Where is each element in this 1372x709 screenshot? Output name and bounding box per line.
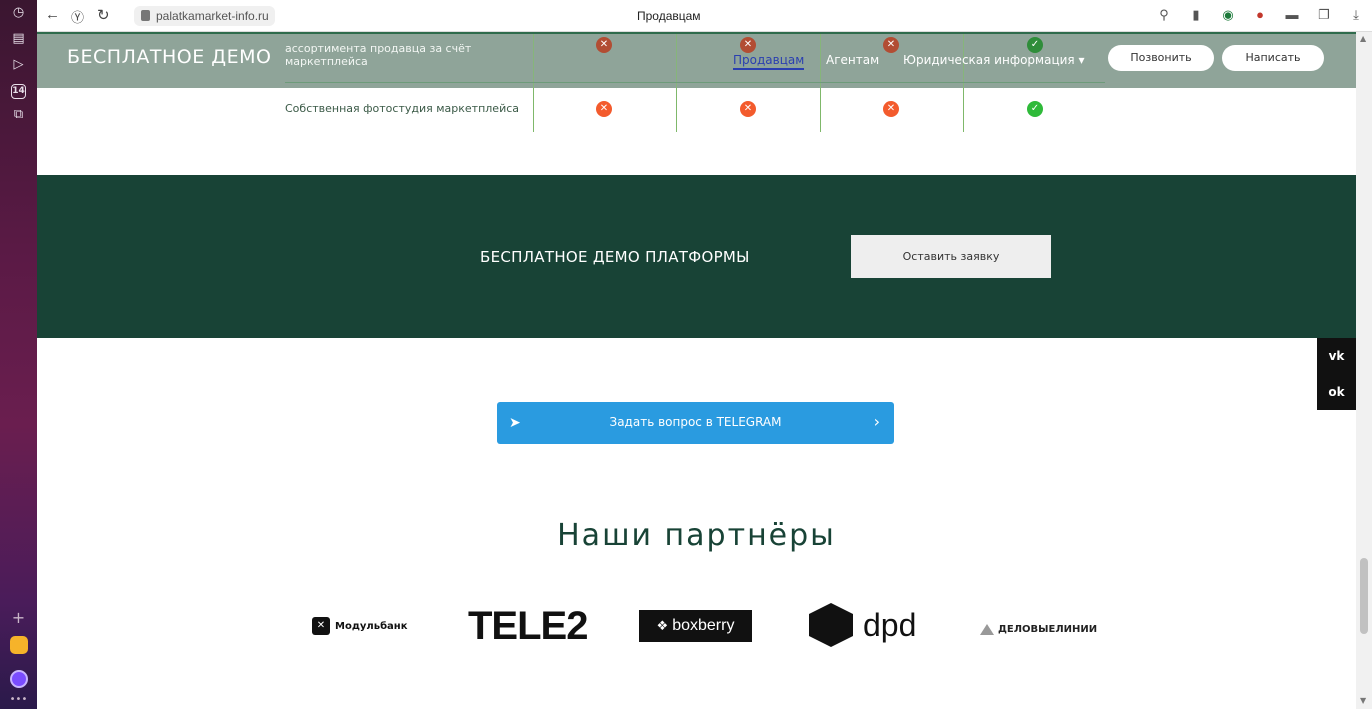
play-icon[interactable]: ▷ bbox=[9, 55, 29, 75]
tabs-icon[interactable]: ❐ bbox=[1316, 7, 1332, 23]
boxberry-logo: ❖ boxberry bbox=[639, 610, 752, 642]
reload-icon[interactable]: ↻ bbox=[97, 6, 110, 24]
delovye-linii-text: ДЕЛОВЫЕЛИНИИ bbox=[998, 623, 1098, 635]
tele2-logo: TELE2 bbox=[468, 603, 588, 648]
cross-icon: ✕ bbox=[740, 37, 756, 53]
write-button[interactable]: Написать bbox=[1222, 45, 1324, 71]
cross-icon: ✕ bbox=[740, 101, 756, 117]
table-divider bbox=[533, 88, 534, 132]
modulbank-icon: ✕ bbox=[312, 617, 330, 635]
header-accent-line bbox=[37, 32, 1356, 34]
header-row-text: ассортимента продавца за счёт маркетплей… bbox=[285, 42, 472, 68]
call-button[interactable]: Позвонить bbox=[1108, 45, 1214, 71]
table-row-border bbox=[285, 82, 1105, 83]
ok-icon[interactable]: ok bbox=[1317, 374, 1356, 410]
dpd-logo: dpd bbox=[809, 599, 916, 651]
check-icon: ✓ bbox=[1027, 37, 1043, 53]
boxberry-icon: ❖ bbox=[656, 618, 669, 633]
table-divider bbox=[676, 88, 677, 132]
lock-icon bbox=[141, 10, 150, 21]
history-icon[interactable]: ◷ bbox=[9, 3, 29, 23]
table-divider bbox=[676, 34, 677, 88]
nav-sellers[interactable]: Продавцам bbox=[733, 53, 805, 70]
calendar-icon[interactable]: 14 bbox=[11, 84, 26, 99]
demo-section: БЕСПЛАТНОЕ ДЕМО ПЛАТФОРМЫ Оставить заявк… bbox=[37, 175, 1356, 338]
alice-icon[interactable] bbox=[10, 670, 28, 688]
scroll-up-icon[interactable]: ▲ bbox=[1360, 34, 1366, 43]
modulbank-text: Модульбанк bbox=[335, 620, 408, 632]
dpd-text: dpd bbox=[863, 606, 917, 643]
extension-red-icon[interactable]: ● bbox=[1252, 7, 1268, 23]
back-icon[interactable]: ← bbox=[45, 6, 60, 23]
delovye-linii-logo: ДЕЛОВЫЕЛИНИИ bbox=[980, 621, 1097, 637]
boxberry-text: boxberry bbox=[672, 617, 735, 634]
address-bar[interactable]: palatkamarket-info.ru bbox=[134, 6, 275, 26]
chevron-right-icon: › bbox=[873, 412, 880, 431]
nav-legal-info[interactable]: Юридическая информация ▾ bbox=[903, 53, 1084, 67]
page-title: Продавцам bbox=[637, 9, 701, 23]
delovye-linii-icon bbox=[980, 623, 994, 635]
cross-icon: ✕ bbox=[883, 101, 899, 117]
yandex-icon[interactable]: Ⓨ bbox=[71, 7, 84, 26]
social-tab: vk ok bbox=[1317, 338, 1356, 410]
cross-icon: ✕ bbox=[883, 37, 899, 53]
extension-green-icon[interactable]: ◉ bbox=[1220, 7, 1236, 23]
demo-title: БЕСПЛАТНОЕ ДЕМО ПЛАТФОРМЫ bbox=[480, 248, 750, 266]
table-divider bbox=[533, 34, 534, 88]
browser-toolbar: ← Ⓨ ↻ palatkamarket-info.ru Продавцам ⚲ … bbox=[37, 0, 1372, 32]
mail-icon[interactable] bbox=[10, 636, 28, 654]
nav-agents[interactable]: Агентам bbox=[826, 53, 879, 67]
request-button[interactable]: Оставить заявку bbox=[851, 235, 1051, 278]
download-icon[interactable]: ⤓ bbox=[1348, 7, 1364, 23]
site-header: БЕСПЛАТНОЕ ДЕМО ассортимента продавца за… bbox=[37, 32, 1356, 88]
telegram-button[interactable]: ➤ Задать вопрос в TELEGRAM › bbox=[497, 402, 894, 444]
page-content: Собственная фотостудия маркетплейса ✕ ✕ … bbox=[37, 32, 1356, 709]
collections-icon[interactable]: ▤ bbox=[9, 29, 29, 49]
telegram-label: Задать вопрос в TELEGRAM bbox=[609, 415, 782, 429]
address-text: palatkamarket-info.ru bbox=[156, 9, 269, 23]
scroll-down-icon[interactable]: ▼ bbox=[1360, 696, 1366, 705]
toolbar-icons: ⚲ ▮ ◉ ● ▬ ❐ ⤓ bbox=[1156, 7, 1364, 23]
check-icon: ✓ bbox=[1027, 101, 1043, 117]
browser-sidebar: ◷ ▤ ▷ 14 ⧉ + ••• bbox=[0, 0, 37, 709]
dpd-cube-icon bbox=[809, 603, 853, 647]
scroll-thumb[interactable] bbox=[1360, 558, 1368, 634]
vk-icon[interactable]: vk bbox=[1317, 338, 1356, 374]
page-scrollbar[interactable]: ▲ ▼ bbox=[1356, 32, 1372, 709]
table-row-label: Собственная фотостудия маркетплейса bbox=[285, 102, 520, 115]
table-divider bbox=[820, 34, 821, 88]
cross-icon: ✕ bbox=[596, 37, 612, 53]
screenshot-icon[interactable]: ⧉ bbox=[9, 105, 29, 125]
table-divider bbox=[820, 88, 821, 132]
extension-icon[interactable]: ⚲ bbox=[1156, 7, 1172, 23]
bookmark-icon[interactable]: ▮ bbox=[1188, 7, 1204, 23]
partners-title: Наши партнёры bbox=[557, 518, 836, 553]
site-logo[interactable]: БЕСПЛАТНОЕ ДЕМО bbox=[67, 46, 271, 68]
cross-icon: ✕ bbox=[596, 101, 612, 117]
add-icon[interactable]: + bbox=[0, 608, 37, 627]
more-icon[interactable]: ••• bbox=[0, 694, 37, 705]
modulbank-logo: ✕ Модульбанк bbox=[312, 615, 408, 637]
table-divider bbox=[963, 88, 964, 132]
extension-dark-icon[interactable]: ▬ bbox=[1284, 7, 1300, 23]
